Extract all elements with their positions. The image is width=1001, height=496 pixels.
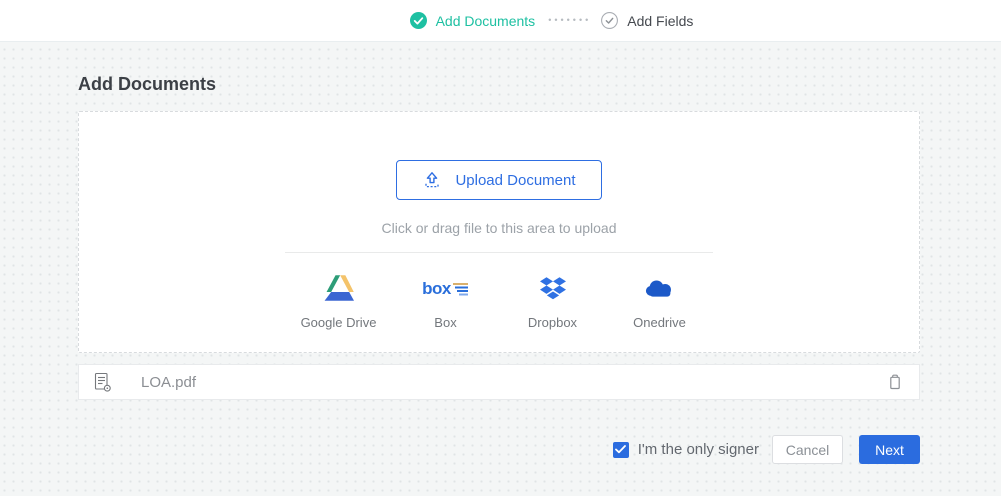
provider-box[interactable]: box Box xyxy=(392,271,499,330)
onedrive-icon xyxy=(645,271,675,305)
check-circle-filled-icon xyxy=(410,12,427,29)
check-circle-outline-icon xyxy=(601,12,618,29)
stepper-dots: ••••••• xyxy=(548,12,591,29)
footer-actions: I'm the only signer Cancel Next xyxy=(78,435,920,464)
cloud-providers-row: Google Drive box Box xyxy=(285,271,713,330)
stepper-step-add-fields[interactable]: Add Fields xyxy=(601,12,693,29)
google-drive-icon xyxy=(324,271,354,305)
checkbox-check-icon xyxy=(615,445,626,454)
provider-onedrive[interactable]: Onedrive xyxy=(606,271,713,330)
upload-document-button[interactable]: Upload Document xyxy=(396,160,601,200)
only-signer-checkbox[interactable] xyxy=(613,442,629,458)
dropbox-icon xyxy=(540,271,566,305)
upload-icon xyxy=(422,170,442,190)
page-title: Add Documents xyxy=(78,74,920,94)
uploaded-file-row: LOA.pdf xyxy=(78,364,920,400)
box-icon: box xyxy=(422,271,469,305)
provider-google-drive[interactable]: Google Drive xyxy=(285,271,392,330)
delete-file-button[interactable] xyxy=(886,372,904,392)
document-icon xyxy=(94,372,111,392)
provider-label: Onedrive xyxy=(633,315,686,330)
divider xyxy=(285,252,713,253)
cancel-button[interactable]: Cancel xyxy=(772,435,843,464)
provider-label: Dropbox xyxy=(528,315,577,330)
main-content: Add Documents Upload Document Click or d… xyxy=(0,74,1001,464)
file-name: LOA.pdf xyxy=(141,374,196,391)
step-label: Add Fields xyxy=(627,13,693,29)
upload-drop-zone[interactable]: Upload Document Click or drag file to th… xyxy=(78,111,920,353)
only-signer-label[interactable]: I'm the only signer xyxy=(638,441,759,458)
provider-label: Box xyxy=(434,315,456,330)
upload-hint-text: Click or drag file to this area to uploa… xyxy=(381,218,616,238)
provider-dropbox[interactable]: Dropbox xyxy=(499,271,606,330)
step-label: Add Documents xyxy=(436,13,536,29)
next-button[interactable]: Next xyxy=(859,435,920,464)
provider-label: Google Drive xyxy=(301,315,377,330)
top-bar: Add Documents ••••••• Add Fields xyxy=(0,0,1001,42)
trash-icon xyxy=(888,374,902,390)
upload-button-label: Upload Document xyxy=(455,172,575,189)
wizard-stepper: Add Documents ••••••• Add Fields xyxy=(410,12,694,29)
box-wordmark: box xyxy=(422,280,451,297)
stepper-step-add-documents[interactable]: Add Documents xyxy=(410,12,536,29)
